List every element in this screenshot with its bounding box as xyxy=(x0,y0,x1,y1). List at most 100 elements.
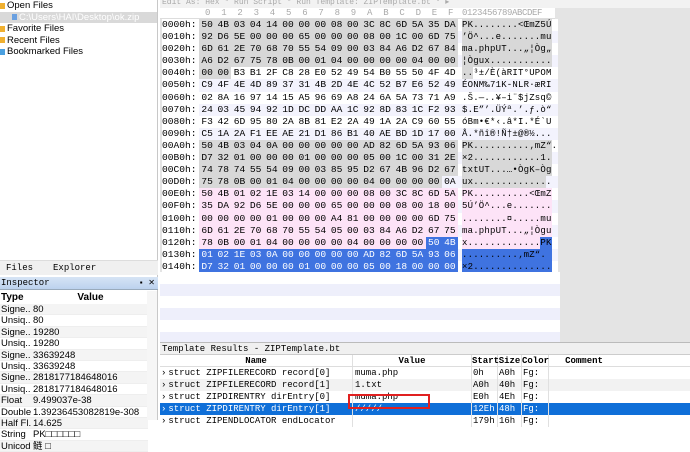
hex-byte[interactable]: 2A xyxy=(393,116,409,128)
hex-byte[interactable]: 1A xyxy=(215,128,231,140)
hex-byte[interactable]: 09 xyxy=(328,43,345,56)
hex-byte[interactable]: DC xyxy=(296,104,312,116)
hex-byte[interactable]: 85 xyxy=(328,164,345,177)
hex-byte[interactable]: 14 xyxy=(263,19,280,32)
hex-bytes[interactable]: 6D 61 2E 70 68 70 55 54 05 00 03 84 A6 D2 67 75 xyxy=(199,224,461,237)
hex-byte[interactable]: 00 xyxy=(312,31,329,44)
hex-byte[interactable]: 1E xyxy=(263,188,280,201)
ascii-cell[interactable]: ma.phpUT...„¦Òg„ xyxy=(460,43,558,56)
ascii-cell[interactable]: Å.*ñî®!Ñ†±@®½... xyxy=(460,127,558,140)
ascii-cell[interactable]: PK..........‚mZ“. xyxy=(460,139,558,153)
hex-byte[interactable]: 00 xyxy=(409,176,426,189)
hex-byte[interactable]: 00 xyxy=(199,67,216,80)
hex-byte[interactable]: 78 xyxy=(215,176,232,189)
hex-byte[interactable]: 00 xyxy=(247,212,264,225)
start-header[interactable]: Start xyxy=(472,355,499,366)
hex-row[interactable]: 0120h: 78 0B 00 01 04 00 00 00 00 04 00 00 00 00 50 4B x.… xyxy=(160,236,560,249)
ascii-cell[interactable]: ¦Ògux........... xyxy=(460,55,558,68)
hex-bytes[interactable]: A6 D2 67 75 78 0B 00 01 04 00 00 00 00 04 00 00 xyxy=(199,55,461,68)
hex-byte[interactable]: 00 xyxy=(344,176,361,189)
hex-byte[interactable]: 00 xyxy=(279,139,297,153)
hex-byte[interactable]: 04 xyxy=(409,55,426,68)
hex-byte[interactable]: 00 xyxy=(312,236,329,249)
hex-byte[interactable]: D1 xyxy=(312,128,328,140)
hex-byte[interactable]: 00 xyxy=(312,152,329,165)
hex-byte[interactable]: D7 xyxy=(199,152,216,165)
tree-item[interactable]: C:\Users\HAI\Desktop\ok.zip xyxy=(0,11,157,23)
ascii-text[interactable]: PK..........<ŒmZ xyxy=(462,188,552,200)
hex-row[interactable]: 0000h: 50 4B 03 04 14 00 00 00 08 00 3C 8C 6D 5A 35 DA PK… xyxy=(160,19,560,32)
ascii-cell[interactable]: txtUT...…•ÒgK–Òg xyxy=(460,164,558,177)
hex-byte[interactable]: 54 xyxy=(312,224,329,237)
hex-byte[interactable]: 54 xyxy=(361,67,377,79)
hex-byte[interactable]: D6 xyxy=(215,31,232,44)
inspector-row[interactable]: Unsiq... 80 xyxy=(0,315,148,327)
hex-byte[interactable]: 00 xyxy=(231,212,248,225)
tab-files[interactable]: Files xyxy=(0,263,39,273)
hex-byte[interactable]: A6 xyxy=(393,224,410,237)
hex-byte[interactable]: 00 xyxy=(328,248,345,261)
hex-byte[interactable]: 67 xyxy=(377,164,394,177)
hex-byte[interactable]: 24 xyxy=(361,92,377,104)
hex-byte[interactable]: 92 xyxy=(231,200,248,213)
hex-byte[interactable]: AE xyxy=(280,128,296,140)
hex-byte[interactable]: 96 xyxy=(312,92,328,104)
hex-byte[interactable]: 04 xyxy=(247,19,264,32)
template-row[interactable]: › struct ZIPFILERECORD record[1] 1.txt A0h 4… xyxy=(160,379,690,391)
ascii-text[interactable]: ma.phpUT...„¦Òg„ xyxy=(462,43,552,55)
hex-byte[interactable]: 00 xyxy=(344,31,361,44)
hex-byte[interactable]: 00 xyxy=(279,31,297,44)
hex-byte[interactable]: 0A xyxy=(263,248,280,261)
hex-byte[interactable]: 00 xyxy=(360,212,378,225)
template-row[interactable]: › struct ZIPFILERECORD record[0] muma.php 0… xyxy=(160,367,690,379)
inspector-row[interactable]: Signe... 2818177184648016 xyxy=(0,372,148,384)
hex-byte[interactable]: 00 xyxy=(425,176,442,189)
ascii-text[interactable]: ux.............. xyxy=(462,176,552,188)
hex-row[interactable]: 0070h: 24 03 45 94 92 1D DC DD AA 1C 92 8D 83 1C F2 93 $.… xyxy=(160,103,560,116)
hex-byte[interactable]: 95 xyxy=(248,116,264,128)
hex-byte[interactable]: 4B xyxy=(393,164,410,177)
hex-byte[interactable]: 4D xyxy=(442,67,458,79)
hex-bytes[interactable]: C9 4F 4E 4D 89 37 31 4B 2D 4E 4C 52 B7 E6 52 49 xyxy=(199,79,461,92)
hex-byte[interactable]: 00 xyxy=(377,152,394,165)
ascii-cell[interactable]: ..........‚mZ“. xyxy=(460,248,558,261)
hex-byte[interactable]: 70 xyxy=(279,224,297,237)
hex-byte[interactable]: 02 xyxy=(215,248,232,261)
hex-bytes[interactable]: C5 1A 2A F1 EE AE 21 D1 86 B1 40 AE BD 1D 17 00 xyxy=(199,127,461,140)
hex-byte[interactable]: 75 xyxy=(441,224,458,237)
ascii-text[interactable]: ¦Ògux........... xyxy=(462,55,552,67)
hex-byte[interactable]: 02 xyxy=(199,92,215,104)
inspector-row[interactable]: Signe... 19280 xyxy=(0,326,148,339)
hex-byte[interactable]: 00 xyxy=(377,176,394,189)
ascii-cell[interactable]: ’Ö^...e.......mu xyxy=(460,31,558,44)
hex-byte[interactable]: 93 xyxy=(425,139,442,153)
hex-byte[interactable]: 1C xyxy=(393,152,410,165)
hex-byte[interactable]: 00 xyxy=(328,31,345,44)
hex-byte[interactable]: 4B xyxy=(215,139,232,153)
hex-byte[interactable]: 75 xyxy=(247,55,264,68)
hex-byte[interactable]: F3 xyxy=(199,116,215,128)
hex-byte[interactable]: 4C xyxy=(361,79,377,91)
hex-byte[interactable]: 31 xyxy=(296,79,312,91)
hex-byte[interactable]: EE xyxy=(264,128,280,140)
hex-byte[interactable]: A8 xyxy=(345,92,361,104)
hex-byte[interactable]: 04 xyxy=(247,139,264,153)
hex-byte[interactable]: 00 xyxy=(312,248,329,261)
hex-byte[interactable]: 00 xyxy=(377,236,394,249)
hex-row[interactable]: 0060h: 02 8A 16 97 14 15 A5 96 69 A8 24 6A 5A 73 71 A9 .Š… xyxy=(160,91,560,104)
hex-row[interactable]: 0020h: 6D 61 2E 70 68 70 55 54 09 00 03 84 A6 D2 67 84 ma… xyxy=(160,43,560,56)
hex-byte[interactable]: 8A xyxy=(215,92,231,104)
hex-byte[interactable]: 00 xyxy=(247,31,264,44)
hex-byte[interactable]: B1 xyxy=(248,67,264,79)
hex-byte[interactable]: 78 xyxy=(263,55,280,68)
name-header[interactable]: Name xyxy=(160,355,353,366)
hex-byte[interactable]: 94 xyxy=(248,104,264,116)
hex-byte[interactable]: 01 xyxy=(312,55,329,68)
hex-byte[interactable]: 00 xyxy=(344,55,361,68)
hex-row[interactable]: 00E0h: 50 4B 01 02 1E 03 14 00 00 00 08 00 3C 8C 6D 5A PK… xyxy=(160,188,560,201)
hex-byte[interactable]: 61 xyxy=(215,224,232,237)
hex-byte[interactable]: AD xyxy=(360,248,378,261)
expand-chevron-icon[interactable]: › xyxy=(161,368,166,378)
hex-byte[interactable]: 00 xyxy=(215,212,232,225)
hex-byte[interactable]: 05 xyxy=(360,152,378,165)
